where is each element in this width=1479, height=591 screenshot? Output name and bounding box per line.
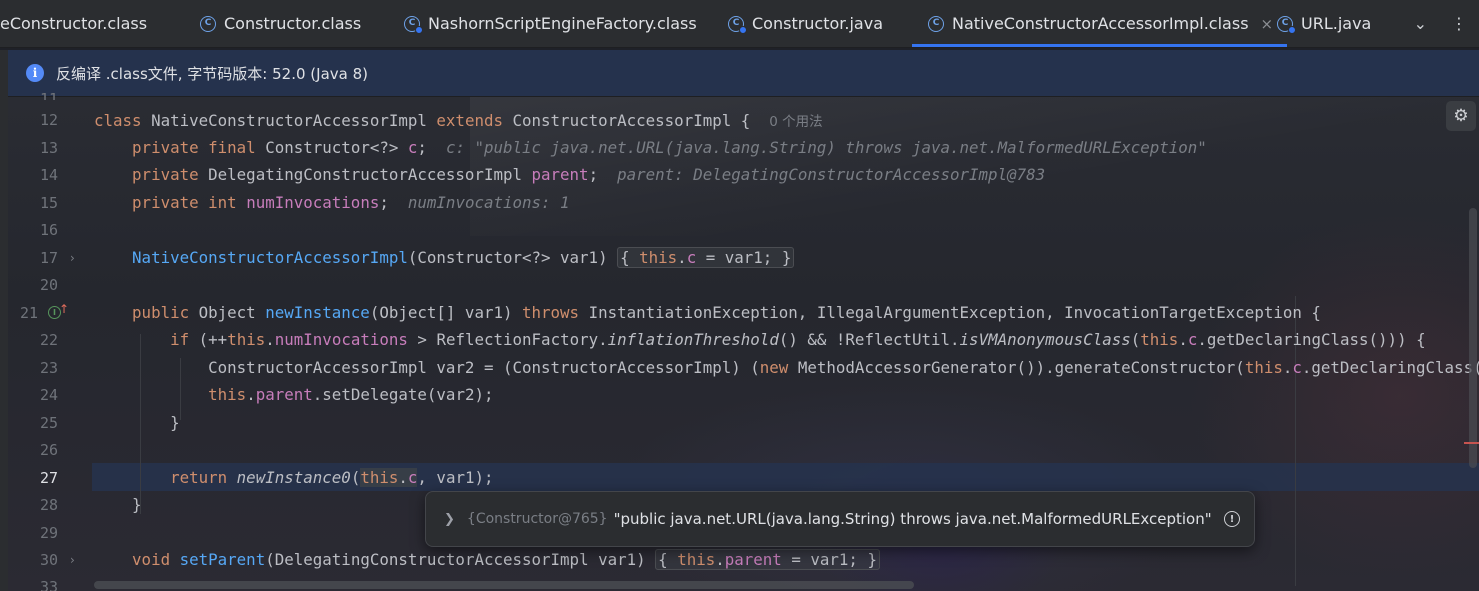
- code-line-30: void setParent(DelegatingConstructorAcce…: [94, 549, 880, 570]
- banner-text: 反编译 .class文件, 字节码版本: 52.0 (Java 8): [56, 64, 368, 83]
- code-line-25: }: [170, 413, 180, 432]
- line-number: 26: [39, 441, 58, 459]
- line-number: 15: [39, 194, 58, 212]
- folded-block[interactable]: { this.c = var1; }: [617, 247, 795, 268]
- line-number: 29: [39, 524, 58, 542]
- fold-chevron-icon[interactable]: ›: [70, 251, 75, 265]
- horizontal-scrollbar[interactable]: [94, 581, 914, 589]
- tab-label: Constructor.java: [752, 14, 884, 33]
- override-arrow-icon[interactable]: ↑: [59, 302, 69, 316]
- code-line-27: return newInstance0(this.c, var1);: [170, 468, 494, 487]
- object-reference: {Constructor@765}: [466, 511, 608, 527]
- line-number: 20: [39, 276, 58, 294]
- tab-label: eConstructor.class: [0, 14, 148, 33]
- line-number: 12: [39, 111, 58, 129]
- vertical-scrollbar[interactable]: [1469, 208, 1477, 468]
- code-line-22: if (++this.numInvocations > ReflectionFa…: [170, 330, 1426, 349]
- object-value: "public java.net.URL(java.lang.String) t…: [613, 510, 1212, 528]
- line-number: 11: [39, 90, 58, 100]
- left-tool-strip: [0, 50, 8, 591]
- debug-value-tooltip[interactable]: ❯ {Constructor@765} "public java.net.URL…: [425, 491, 1255, 547]
- code-line-23: ConstructorAccessorImpl var2 = (Construc…: [208, 358, 1479, 377]
- tab-nashorn-script-engine-factory[interactable]: C NashornScriptEngineFactory.class: [404, 0, 697, 47]
- class-icon: C: [200, 15, 216, 32]
- decompiled-info-banner: i 反编译 .class文件, 字节码版本: 52.0 (Java 8): [8, 50, 1479, 97]
- class-debug-icon: C: [404, 15, 423, 34]
- debug-value-hint: parent: DelegatingConstructorAccessorImp…: [617, 165, 1046, 184]
- code-line-17: NativeConstructorAccessorImpl(Constructo…: [94, 247, 795, 268]
- class-debug-icon: C: [1277, 15, 1296, 34]
- class-icon: C: [928, 15, 944, 32]
- line-number: 22: [39, 331, 58, 349]
- line-number: 16: [39, 221, 58, 239]
- info-icon: i: [26, 64, 44, 82]
- tab-label: URL.java: [1301, 14, 1372, 33]
- code-line-12: class NativeConstructorAccessorImpl exte…: [94, 111, 823, 130]
- folded-block[interactable]: { this.parent = var1; }: [655, 549, 880, 570]
- usages-hint[interactable]: 0 个用法: [769, 114, 822, 130]
- code-line-28: }: [132, 495, 142, 514]
- chevron-down-icon[interactable]: ⌄: [1414, 14, 1427, 33]
- debug-value-hint: c: "public java.net.URL(java.lang.String…: [445, 138, 1207, 157]
- tab-constructor-class[interactable]: C Constructor.class: [200, 0, 361, 47]
- tab-econstructor-class[interactable]: eConstructor.class: [0, 0, 147, 47]
- tab-label: NashornScriptEngineFactory.class: [428, 14, 697, 33]
- line-number: 28: [39, 496, 58, 514]
- code-line-13: private final Constructor<?> c; c: "publ…: [132, 138, 1207, 157]
- more-vertical-icon[interactable]: ⋮: [1451, 14, 1467, 33]
- tab-url-java[interactable]: C URL.java: [1277, 0, 1371, 47]
- tab-native-constructor-accessor-impl[interactable]: C NativeConstructorAccessorImpl.class ×: [912, 0, 1288, 47]
- gear-icon[interactable]: ⚙: [1446, 101, 1476, 131]
- hovered-field-c[interactable]: c: [407, 468, 418, 487]
- line-number: 14: [39, 166, 58, 184]
- line-number: 13: [39, 139, 58, 157]
- line-number: 24: [39, 386, 58, 404]
- code-line-14: private DelegatingConstructorAccessorImp…: [132, 165, 1046, 184]
- tab-constructor-java[interactable]: C Constructor.java: [728, 0, 883, 47]
- exclamation-icon[interactable]: !: [1224, 511, 1240, 527]
- line-number: 33: [39, 578, 58, 591]
- class-debug-icon: C: [728, 15, 747, 34]
- close-tab-icon[interactable]: ×: [1261, 15, 1274, 33]
- code-line-15: private int numInvocations; numInvocatio…: [132, 193, 570, 212]
- tab-label: NativeConstructorAccessorImpl.class: [952, 14, 1249, 33]
- debug-value-hint: numInvocations: 1: [407, 193, 570, 212]
- line-number: 25: [39, 414, 58, 432]
- error-stripe-marker[interactable]: [1464, 442, 1479, 444]
- tab-actions: ⌄ ⋮: [1402, 0, 1479, 47]
- line-number: 21: [19, 304, 38, 322]
- tab-label: Constructor.class: [224, 14, 362, 33]
- editor-tab-bar: eConstructor.class C Constructor.class C…: [0, 0, 1479, 48]
- line-number: 17: [39, 249, 58, 267]
- code-line-24: this.parent.setDelegate(var2);: [208, 385, 494, 404]
- line-number: 27: [39, 469, 58, 487]
- expand-chevron-icon[interactable]: ❯: [444, 512, 455, 527]
- code-line-21: public Object newInstance(Object[] var1)…: [132, 303, 1321, 322]
- line-number: 30: [39, 551, 58, 569]
- line-number: 23: [39, 359, 58, 377]
- fold-chevron-icon[interactable]: ›: [70, 553, 75, 567]
